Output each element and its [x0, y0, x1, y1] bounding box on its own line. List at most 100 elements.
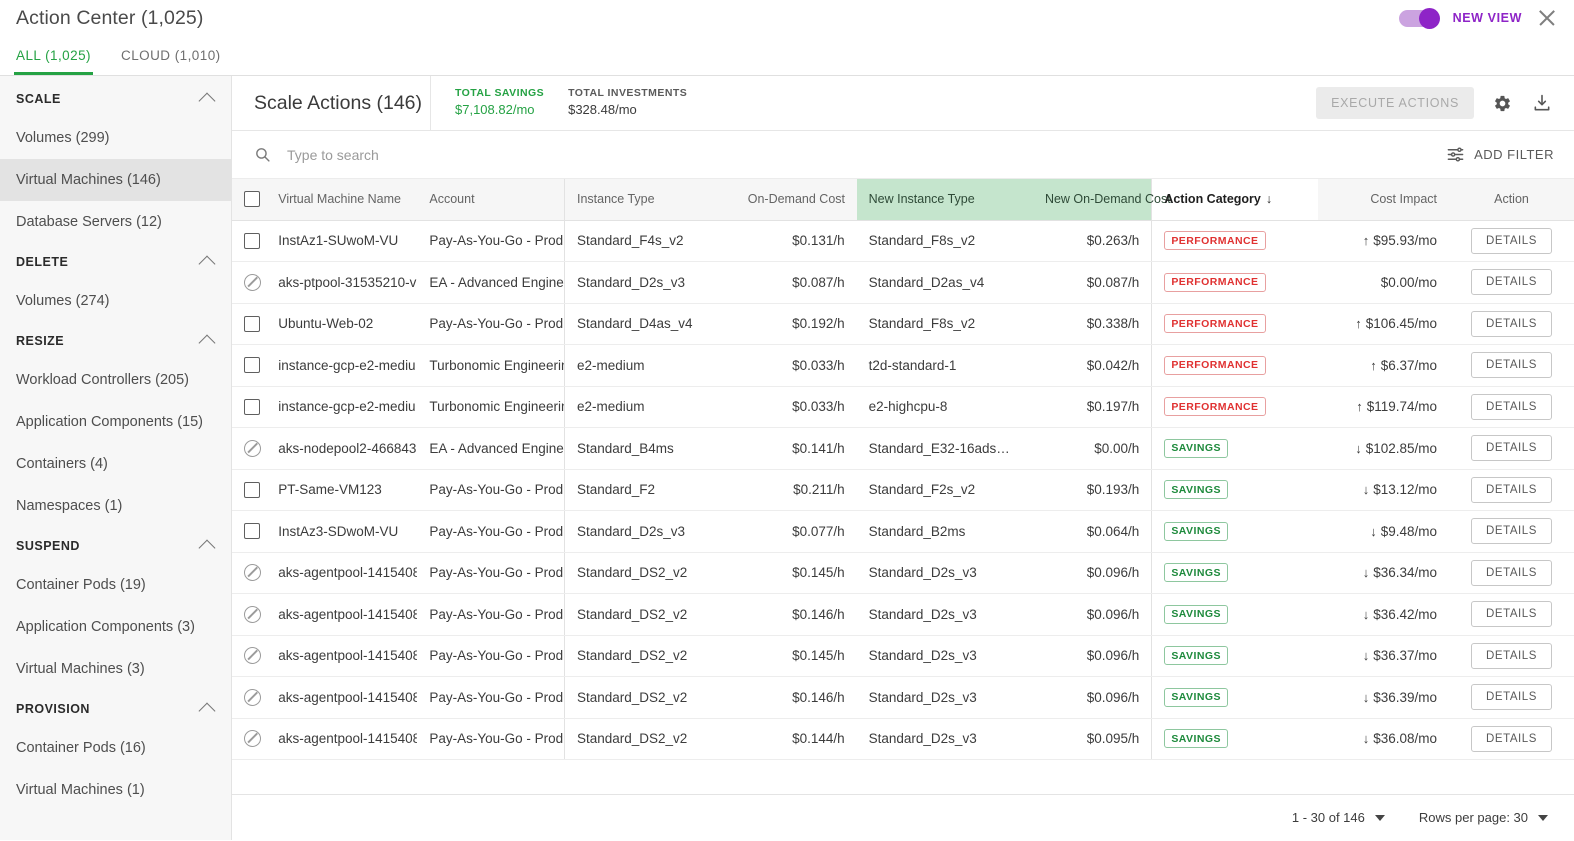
details-button[interactable]: DETAILS: [1471, 352, 1552, 379]
row-select-cell[interactable]: [232, 718, 267, 760]
details-button[interactable]: DETAILS: [1471, 518, 1552, 545]
new-view-toggle[interactable]: [1398, 7, 1440, 29]
cell-virtual-machine-name[interactable]: instance-gcp-e2-mediu: [266, 386, 418, 428]
tab-all[interactable]: ALL (1,025): [14, 48, 93, 75]
sidebar-group-resize[interactable]: RESIZE: [0, 322, 231, 359]
checkbox-icon[interactable]: [244, 523, 260, 540]
table-row[interactable]: InstAz3-SDwoM-VU Pay-As-You-Go - Produ Sta…: [232, 510, 1574, 553]
cell-account[interactable]: Pay-As-You-Go - Produ: [417, 510, 565, 553]
table-row[interactable]: aks-agentpool-1415408 Pay-As-You-Go - Pro…: [232, 593, 1574, 636]
details-button[interactable]: DETAILS: [1471, 725, 1552, 752]
details-button[interactable]: DETAILS: [1471, 269, 1552, 296]
sidebar-item-delete-volumes[interactable]: Volumes (274): [0, 280, 231, 322]
search-input[interactable]: [287, 146, 627, 163]
cell-virtual-machine-name[interactable]: aks-agentpool-1415408: [266, 718, 418, 760]
sidebar-item-suspend-virtual-machines[interactable]: Virtual Machines (3): [0, 648, 231, 690]
sidebar-item-resize-workload-controllers[interactable]: Workload Controllers (205): [0, 359, 231, 401]
row-select-cell[interactable]: [232, 427, 267, 470]
col-action-category[interactable]: Action Category ↓: [1151, 179, 1319, 221]
cell-account[interactable]: Pay-As-You-Go - Produ: [417, 469, 565, 511]
table-row[interactable]: instance-gcp-e2-mediu Turbonomic Engineer…: [232, 386, 1574, 428]
sidebar-item-suspend-container-pods[interactable]: Container Pods (19): [0, 564, 231, 606]
cell-virtual-machine-name[interactable]: aks-agentpool-1415408: [266, 676, 418, 719]
col-virtual-machine-name[interactable]: Virtual Machine Name: [266, 179, 418, 221]
cell-virtual-machine-name[interactable]: aks-agentpool-1415408: [266, 635, 418, 677]
row-select-cell[interactable]: [232, 469, 267, 511]
cell-account[interactable]: Turbonomic Engineering: [417, 386, 565, 428]
row-select-cell[interactable]: [232, 635, 267, 677]
gear-icon[interactable]: [1490, 91, 1514, 115]
table-row[interactable]: aks-agentpool-1415408 Pay-As-You-Go - Pro…: [232, 635, 1574, 677]
cell-account[interactable]: Pay-As-You-Go - Produ: [417, 593, 565, 636]
details-button[interactable]: DETAILS: [1471, 435, 1552, 462]
row-select-cell[interactable]: [232, 510, 267, 553]
table-row[interactable]: InstAz1-SUwoM-VU Pay-As-You-Go - Produ Sta…: [232, 220, 1574, 262]
row-select-cell[interactable]: [232, 676, 267, 719]
row-select-cell[interactable]: [232, 386, 267, 428]
col-new-instance-type[interactable]: New Instance Type: [856, 179, 1033, 221]
sidebar-item-resize-containers[interactable]: Containers (4): [0, 443, 231, 485]
cell-virtual-machine-name[interactable]: Ubuntu-Web-02: [266, 303, 418, 345]
sidebar-group-delete[interactable]: DELETE: [0, 243, 231, 280]
cell-virtual-machine-name[interactable]: aks-nodepool2-466843: [266, 427, 418, 470]
col-on-demand-cost[interactable]: On-Demand Cost: [735, 179, 857, 221]
table-row[interactable]: aks-agentpool-1415408 Pay-As-You-Go - Pro…: [232, 676, 1574, 719]
col-action[interactable]: Action: [1449, 179, 1574, 221]
details-button[interactable]: DETAILS: [1471, 310, 1552, 337]
cell-account[interactable]: Pay-As-You-Go - Produ: [417, 635, 565, 677]
page-range-selector[interactable]: 1 - 30 of 146: [1292, 810, 1385, 825]
row-select-cell[interactable]: [232, 344, 267, 387]
sidebar-item-scale-database-servers[interactable]: Database Servers (12): [0, 201, 231, 243]
table-row[interactable]: Ubuntu-Web-02 Pay-As-You-Go - Produ Standa…: [232, 303, 1574, 345]
sidebar-item-provision-virtual-machines[interactable]: Virtual Machines (1): [0, 769, 231, 811]
cell-virtual-machine-name[interactable]: aks-agentpool-1415408: [266, 552, 418, 594]
checkbox-icon[interactable]: [244, 315, 260, 332]
row-select-cell[interactable]: [232, 261, 267, 304]
table-row[interactable]: aks-ptpool-31535210-v EA - Advanced Engin…: [232, 261, 1574, 304]
row-select-cell[interactable]: [232, 220, 267, 262]
actions-table-container[interactable]: Virtual Machine Name Account Instance Ty…: [232, 179, 1574, 794]
row-select-cell[interactable]: [232, 303, 267, 345]
cell-account[interactable]: Pay-As-You-Go - Produ: [417, 718, 565, 760]
col-account[interactable]: Account: [417, 179, 565, 221]
checkbox-icon[interactable]: [244, 357, 260, 374]
details-button[interactable]: DETAILS: [1471, 559, 1552, 586]
sidebar-item-provision-container-pods[interactable]: Container Pods (16): [0, 727, 231, 769]
add-filter-button[interactable]: ADD FILTER: [1446, 145, 1554, 164]
details-button[interactable]: DETAILS: [1471, 393, 1552, 420]
details-button[interactable]: DETAILS: [1471, 227, 1552, 254]
sidebar-group-scale[interactable]: SCALE: [0, 80, 231, 117]
execute-actions-button[interactable]: EXECUTE ACTIONS: [1316, 87, 1474, 119]
cell-account[interactable]: Pay-As-You-Go - Produ: [417, 303, 565, 345]
select-all-header[interactable]: [232, 179, 267, 221]
col-cost-impact[interactable]: Cost Impact: [1318, 179, 1450, 221]
cell-account[interactable]: Pay-As-You-Go - Produ: [417, 552, 565, 594]
col-instance-type[interactable]: Instance Type: [563, 179, 736, 221]
cell-account[interactable]: Turbonomic Engineering: [417, 344, 565, 387]
cell-virtual-machine-name[interactable]: InstAz3-SDwoM-VU: [266, 510, 418, 553]
cell-virtual-machine-name[interactable]: instance-gcp-e2-mediu: [266, 344, 418, 387]
cell-account[interactable]: Pay-As-You-Go - Produ: [417, 220, 565, 262]
sidebar-group-provision[interactable]: PROVISION: [0, 690, 231, 727]
checkbox-icon[interactable]: [244, 481, 260, 498]
checkbox-icon[interactable]: [244, 398, 260, 415]
row-select-cell[interactable]: [232, 552, 267, 594]
sidebar-item-scale-volumes[interactable]: Volumes (299): [0, 117, 231, 159]
table-row[interactable]: aks-agentpool-1415408 Pay-As-You-Go - Pro…: [232, 718, 1574, 760]
row-select-cell[interactable]: [232, 593, 267, 636]
details-button[interactable]: DETAILS: [1471, 684, 1552, 711]
cell-virtual-machine-name[interactable]: aks-ptpool-31535210-v: [266, 261, 418, 304]
sidebar-item-scale-virtual-machines[interactable]: Virtual Machines (146): [0, 159, 231, 201]
table-row[interactable]: PT-Same-VM123 Pay-As-You-Go - Produ Standa…: [232, 469, 1574, 511]
download-icon[interactable]: [1530, 91, 1554, 115]
cell-virtual-machine-name[interactable]: aks-agentpool-1415408: [266, 593, 418, 636]
table-row[interactable]: aks-nodepool2-466843 EA - Advanced Engine…: [232, 427, 1574, 470]
details-button[interactable]: DETAILS: [1471, 476, 1552, 503]
cell-account[interactable]: EA - Advanced Enginee: [417, 427, 565, 470]
close-icon[interactable]: [1536, 7, 1558, 29]
checkbox-icon[interactable]: [244, 191, 260, 208]
tab-cloud[interactable]: CLOUD (1,010): [119, 48, 223, 75]
sidebar-item-resize-namespaces[interactable]: Namespaces (1): [0, 485, 231, 527]
sidebar-item-resize-application-components[interactable]: Application Components (15): [0, 401, 231, 443]
details-button[interactable]: DETAILS: [1471, 642, 1552, 669]
